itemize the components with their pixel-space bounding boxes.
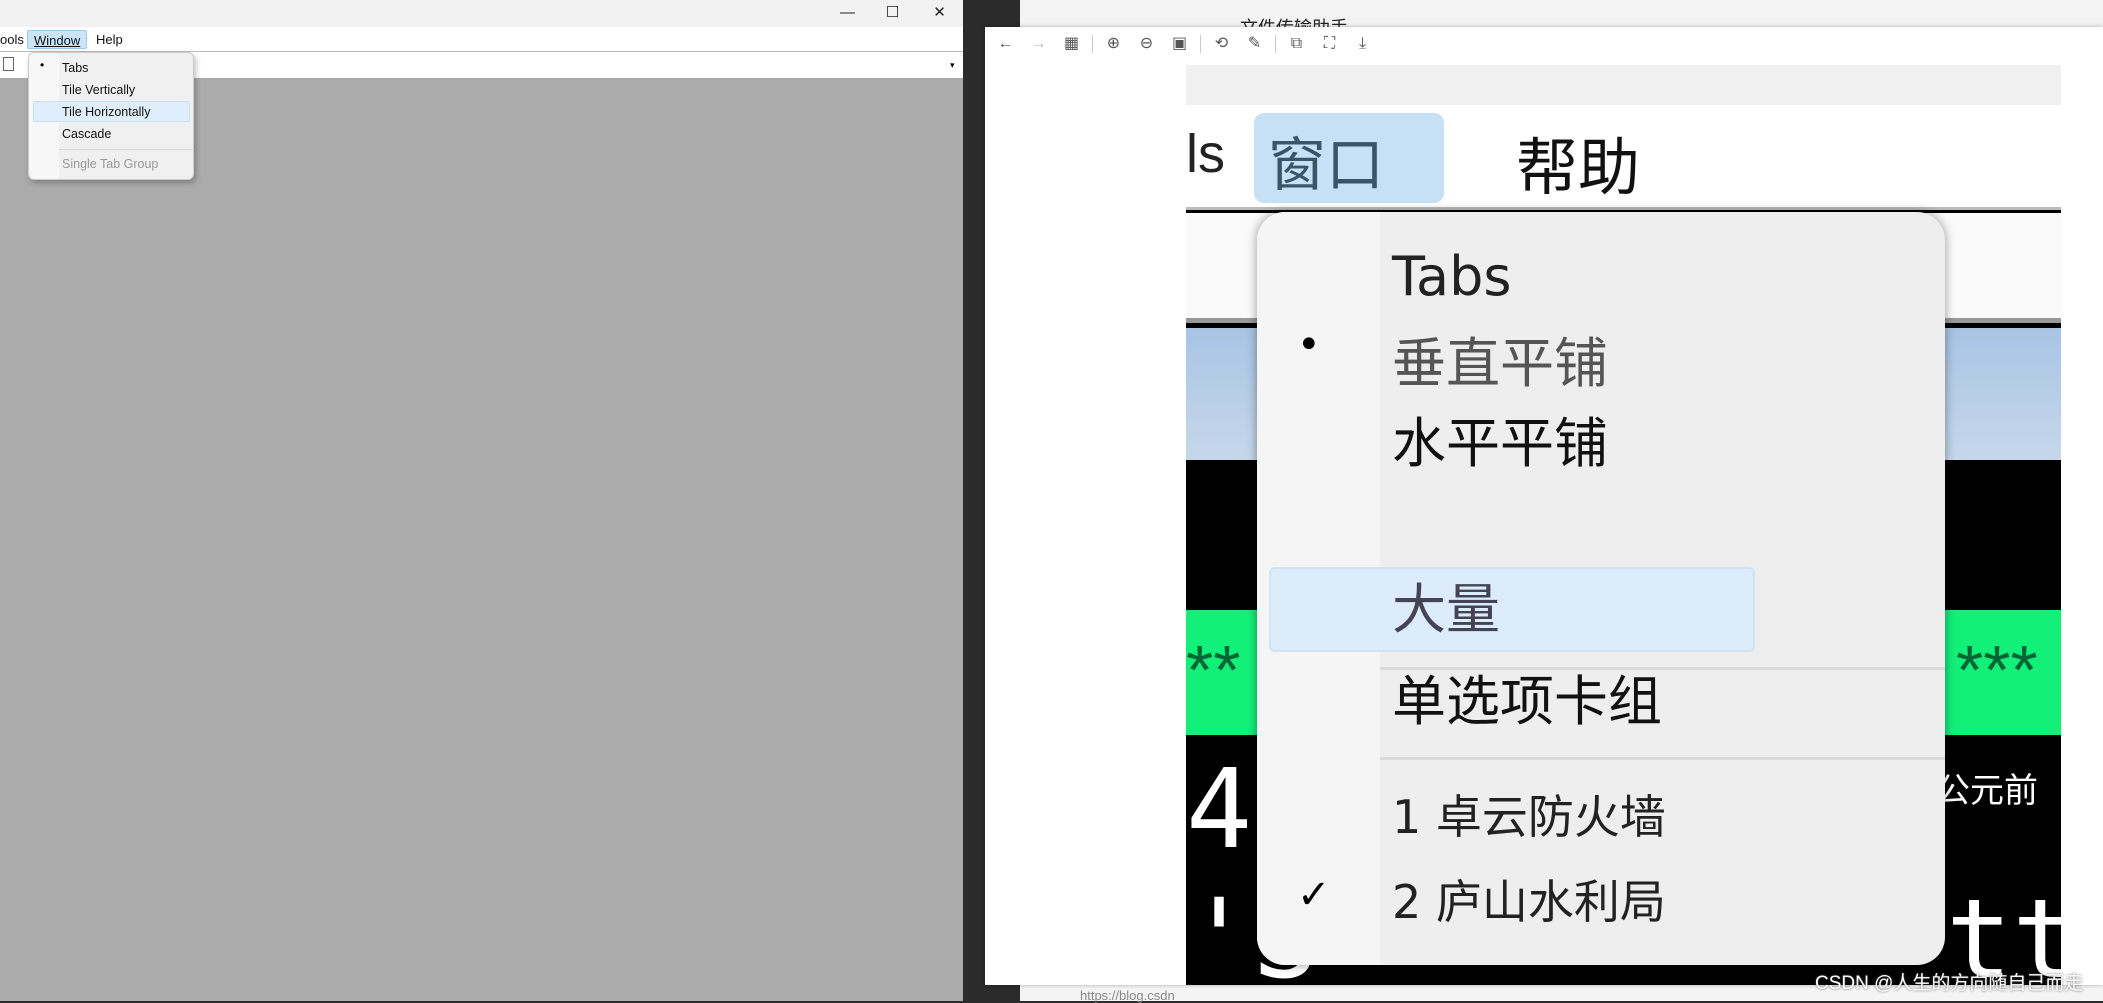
- rotate-icon[interactable]: ⟲: [1207, 32, 1236, 56]
- image-menu-item: 垂直平铺: [1392, 332, 1608, 395]
- clipboard-icon[interactable]: [3, 57, 14, 71]
- fit-icon[interactable]: ▣: [1165, 32, 1194, 56]
- zoom-in-icon[interactable]: ⊕: [1099, 32, 1128, 56]
- translate-icon[interactable]: ⧉: [1282, 32, 1311, 56]
- digit-text: 4: [1186, 745, 1253, 873]
- divider: [1275, 34, 1276, 53]
- menu-item-tabs[interactable]: Tabs: [62, 58, 88, 78]
- menu-separator: [59, 149, 194, 150]
- menu-window[interactable]: Window: [27, 30, 88, 49]
- bullet-icon: •: [1297, 322, 1321, 368]
- viewer-toolbar: ← → ▦ ⊕ ⊖ ▣ ⟲ ✎ ⧉ ⛶ ⤓: [985, 27, 2103, 60]
- title-bar: — ☐ ✕: [0, 0, 963, 27]
- image-menu-item: Tabs: [1392, 245, 1512, 308]
- image-menu-tools: ls: [1186, 124, 1225, 184]
- image-window-menu: Tabs • 垂直平铺 水平平铺 大量 单选项卡组 1 卓云防火墙 ✓ 2 庐山…: [1257, 212, 1945, 965]
- image-menu-window: 窗口: [1254, 113, 1444, 203]
- image-titlebar: [1186, 65, 2061, 105]
- window-menu-dropdown: • Tabs Tile Vertically Tile Horizontally…: [28, 52, 194, 180]
- image-menubar: ls 窗口 帮助: [1186, 105, 2061, 210]
- menu-item-single-tab-group: Single Tab Group: [62, 157, 159, 171]
- menu-separator: [1380, 757, 1945, 760]
- image-menu-item: 大量: [1392, 578, 1500, 641]
- check-icon: ✓: [1297, 872, 1331, 918]
- menu-item-tile-horizontally[interactable]: Tile Horizontally: [62, 102, 150, 122]
- image-menu-item: 单选项卡组: [1392, 670, 1662, 733]
- zoom-out-icon[interactable]: ⊖: [1132, 32, 1161, 56]
- bullet-icon: •: [40, 58, 45, 72]
- arrow-left-icon[interactable]: ←: [991, 32, 1020, 56]
- mdi-app-window: — ☐ ✕ ools Window Help ▾ • Tabs Tile Ver…: [0, 0, 963, 1001]
- stars-text: ***: [1956, 631, 2038, 709]
- menu-help[interactable]: Help: [90, 30, 129, 49]
- arrow-right-icon[interactable]: →: [1024, 32, 1053, 56]
- image-menu-item: 1 卓云防火墙: [1392, 790, 1666, 844]
- menu-item-tile-vertically[interactable]: Tile Vertically: [62, 80, 135, 100]
- grid-icon[interactable]: ▦: [1057, 32, 1086, 56]
- close-button[interactable]: ✕: [917, 0, 962, 27]
- minimize-button[interactable]: —: [825, 0, 870, 27]
- background-window-top: [1020, 0, 2103, 27]
- watermark: CSDN @人生的方向随自己而走: [1815, 973, 2084, 994]
- menu-tools[interactable]: ools: [0, 30, 30, 49]
- era-label: 公元前: [1936, 755, 2061, 855]
- image-menu-item: 水平平铺: [1392, 412, 1608, 475]
- stars-text: **: [1186, 631, 1241, 709]
- dropdown-arrow-icon[interactable]: ▾: [950, 60, 955, 71]
- divider: [1092, 34, 1093, 53]
- ocr-icon[interactable]: ⛶: [1315, 32, 1344, 56]
- download-icon[interactable]: ⤓: [1348, 32, 1377, 56]
- menu-highlight: [1269, 567, 1755, 652]
- maximize-button[interactable]: ☐: [870, 0, 915, 27]
- image-menu-help: 帮助: [1516, 134, 1641, 203]
- image-menu-item: 2 庐山水利局: [1392, 875, 1666, 929]
- menu-bar: ools Window Help: [0, 27, 963, 52]
- menu-item-cascade[interactable]: Cascade: [62, 124, 111, 144]
- edit-icon[interactable]: ✎: [1240, 32, 1269, 56]
- viewed-image: ls 窗口 帮助 ** *** 4 'S tt 公元前 Tabs • 垂直平铺 …: [1186, 65, 2061, 985]
- divider: [1200, 34, 1201, 53]
